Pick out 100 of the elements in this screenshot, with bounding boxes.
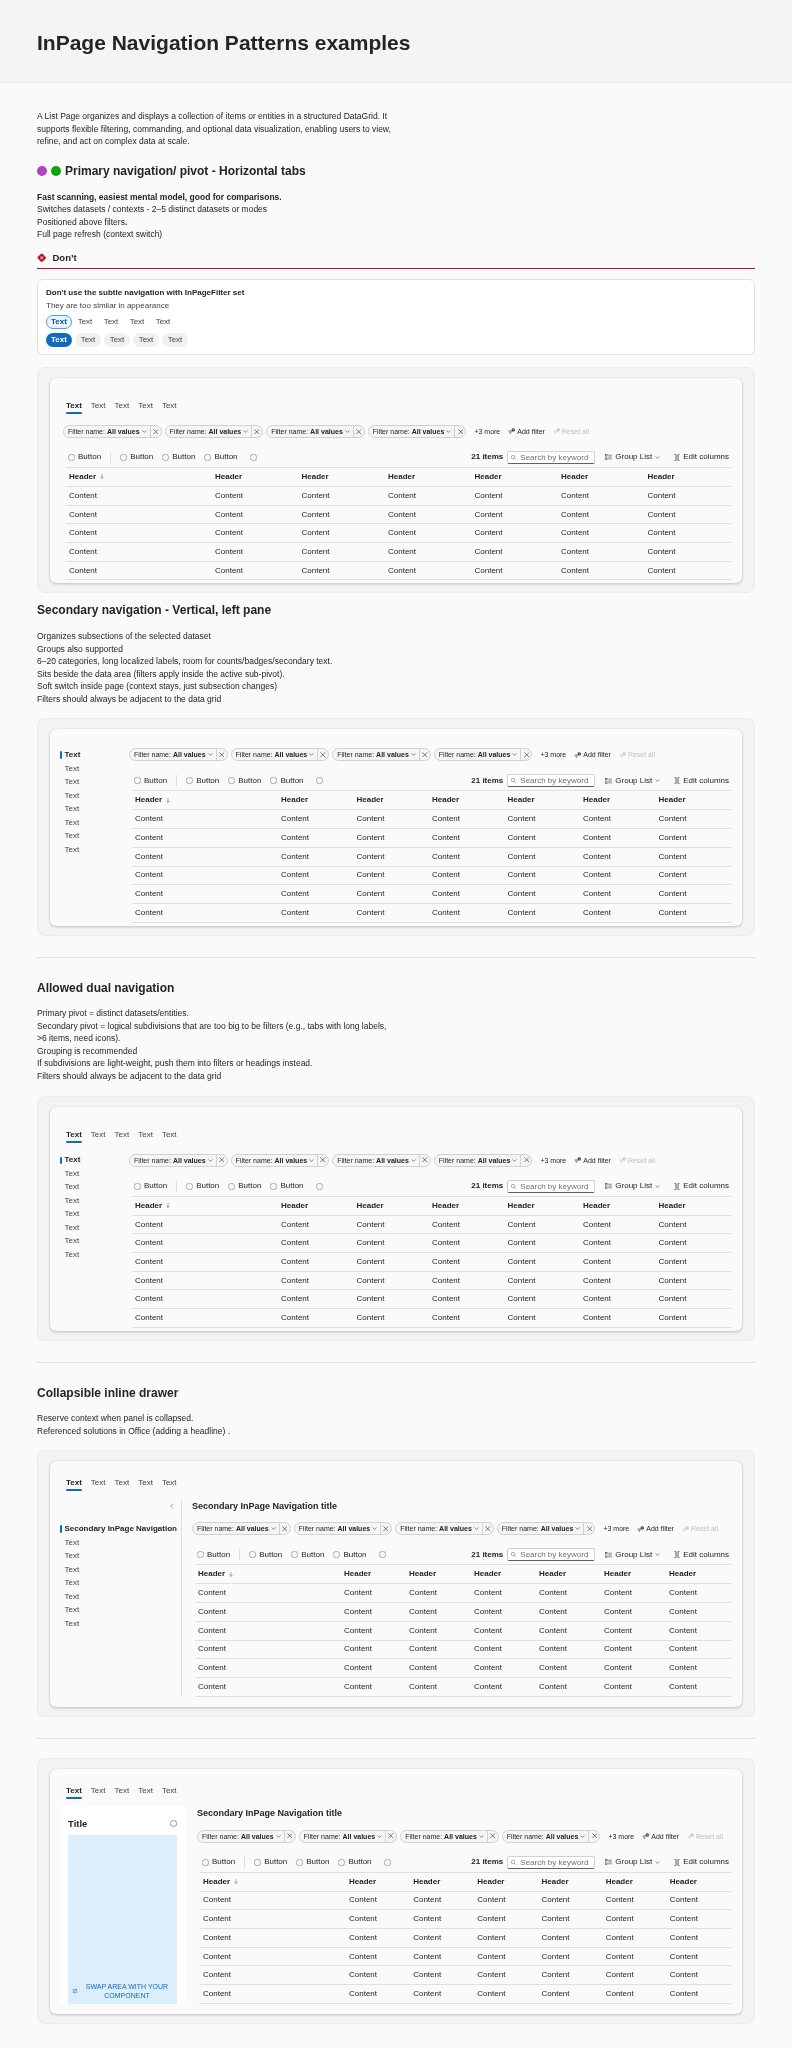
nav-item[interactable]: Text	[60, 843, 129, 857]
tab[interactable]: Text	[134, 1125, 157, 1144]
tab[interactable]: Text	[134, 397, 157, 415]
tab[interactable]: Text	[134, 1474, 157, 1493]
tab[interactable]: Text	[110, 397, 134, 415]
radio-button[interactable]: Button	[134, 1182, 168, 1191]
radio-button[interactable]: Button	[291, 1551, 325, 1559]
nav-item[interactable]: Text	[60, 1248, 129, 1262]
column-header[interactable]: Header	[538, 1877, 603, 1886]
pill-tab[interactable]: Text	[46, 333, 72, 347]
edit-columns-button[interactable]: Edit columns	[674, 1858, 729, 1867]
nav-item[interactable]: Text	[60, 1221, 129, 1235]
column-header[interactable]: Header	[353, 1201, 429, 1210]
tab[interactable]: Text	[62, 1781, 86, 1800]
nav-item[interactable]: Text	[60, 762, 129, 776]
column-header[interactable]: Header	[504, 796, 580, 805]
column-header[interactable]: Header	[580, 796, 656, 805]
tab[interactable]: Text	[157, 1474, 181, 1493]
radio-button[interactable]: Button	[296, 1858, 330, 1867]
radio-button[interactable]: Button	[186, 1182, 220, 1191]
nav-item[interactable]: Text	[60, 1194, 129, 1208]
column-header[interactable]: Header	[341, 1570, 406, 1579]
remove-filter-button[interactable]	[150, 426, 161, 437]
tab[interactable]: Text	[98, 315, 124, 329]
radio-button[interactable]: Button	[120, 453, 154, 462]
column-header[interactable]: Header	[504, 1201, 580, 1210]
column-header[interactable]: Header	[602, 1877, 667, 1886]
pill-tab[interactable]: Text	[162, 333, 188, 347]
column-header[interactable]: Header	[406, 1570, 471, 1579]
radio-button[interactable]: Button	[186, 777, 220, 785]
edit-columns-button[interactable]: Edit columns	[674, 777, 729, 785]
remove-filter-button[interactable]	[353, 426, 364, 437]
radio-button[interactable]: Button	[228, 777, 262, 785]
nav-item[interactable]: Text	[60, 1549, 176, 1563]
search-field[interactable]: Search by keyword	[507, 1548, 596, 1562]
column-header[interactable]: Header	[385, 473, 472, 481]
column-header[interactable]: Header	[644, 473, 731, 481]
radio-button[interactable]: Button	[249, 1551, 283, 1559]
nav-item[interactable]: Text	[60, 1576, 176, 1590]
column-header[interactable]: Header	[66, 473, 212, 481]
pill-tab[interactable]: Text	[104, 333, 130, 347]
column-header[interactable]: Header	[429, 1201, 505, 1210]
column-header[interactable]: Header	[195, 1570, 341, 1579]
tab[interactable]: Text	[157, 1781, 181, 1800]
radio-button[interactable]: Button	[228, 1182, 262, 1191]
group-list-button[interactable]: Group List	[605, 1551, 661, 1559]
nav-item[interactable]: Text	[60, 1207, 129, 1222]
column-header[interactable]: Header	[655, 1201, 731, 1210]
nav-item[interactable]: Text	[60, 1617, 176, 1631]
tab[interactable]: Text	[86, 397, 110, 415]
tab[interactable]: Text	[150, 315, 176, 329]
nav-item[interactable]: Text	[60, 1590, 176, 1604]
circle-icon[interactable]	[170, 1820, 177, 1828]
edit-columns-button[interactable]: Edit columns	[674, 1551, 729, 1559]
nav-item[interactable]: Text	[60, 802, 129, 816]
nav-item[interactable]: Text	[60, 1563, 176, 1577]
remove-filter-button[interactable]	[455, 426, 466, 437]
search-field[interactable]: Search by keyword	[507, 1179, 596, 1193]
column-header[interactable]: Header	[655, 796, 731, 805]
tab[interactable]: Text	[124, 315, 150, 329]
tab[interactable]: Text	[134, 1781, 157, 1800]
tab[interactable]: Text	[157, 397, 181, 415]
column-header[interactable]: Header	[353, 796, 429, 805]
column-header[interactable]: Header	[558, 473, 645, 481]
radio-button[interactable]: Button	[270, 777, 304, 785]
radio-button[interactable]: Button	[197, 1551, 231, 1559]
radio-button[interactable]: Button	[68, 453, 102, 462]
search-field[interactable]: Search by keyword	[507, 774, 596, 788]
tab[interactable]: Text	[72, 315, 98, 329]
tab[interactable]: Text	[46, 315, 72, 329]
column-header[interactable]: Header	[429, 796, 505, 805]
nav-item[interactable]: Text	[60, 816, 129, 830]
column-header[interactable]: Header	[132, 796, 278, 805]
pill-tab[interactable]: Text	[75, 333, 101, 347]
group-list-button[interactable]: Group List	[605, 1182, 661, 1191]
nav-item[interactable]: Text	[60, 1180, 129, 1195]
radio-button[interactable]: Button	[134, 777, 168, 785]
nav-item[interactable]: Text	[60, 1536, 176, 1550]
search-field[interactable]: Search by keyword	[507, 451, 596, 464]
column-header[interactable]: Header	[298, 473, 385, 481]
column-header[interactable]: Header	[474, 1877, 539, 1886]
tab[interactable]: Text	[110, 1125, 134, 1144]
radio-button[interactable]: Button	[202, 1858, 236, 1867]
column-header[interactable]: Header	[536, 1570, 601, 1579]
column-header[interactable]: Header	[666, 1877, 731, 1886]
tab[interactable]: Text	[157, 1125, 181, 1144]
tab[interactable]: Text	[86, 1474, 110, 1493]
nav-item[interactable]: Text	[60, 775, 129, 789]
edit-columns-button[interactable]: Edit columns	[674, 1182, 729, 1191]
nav-item[interactable]: Text	[60, 748, 129, 762]
column-header[interactable]: Header	[410, 1877, 475, 1886]
column-header[interactable]: Header	[278, 1201, 354, 1210]
tab[interactable]: Text	[86, 1125, 110, 1144]
column-header[interactable]: Header	[212, 473, 299, 481]
pill-tab[interactable]: Text	[133, 333, 159, 347]
tab[interactable]: Text	[86, 1781, 110, 1800]
column-header[interactable]: Header	[346, 1877, 411, 1886]
radio-button[interactable]: Button	[162, 453, 196, 462]
column-header[interactable]: Header	[601, 1570, 666, 1579]
tab[interactable]: Text	[62, 1125, 86, 1144]
